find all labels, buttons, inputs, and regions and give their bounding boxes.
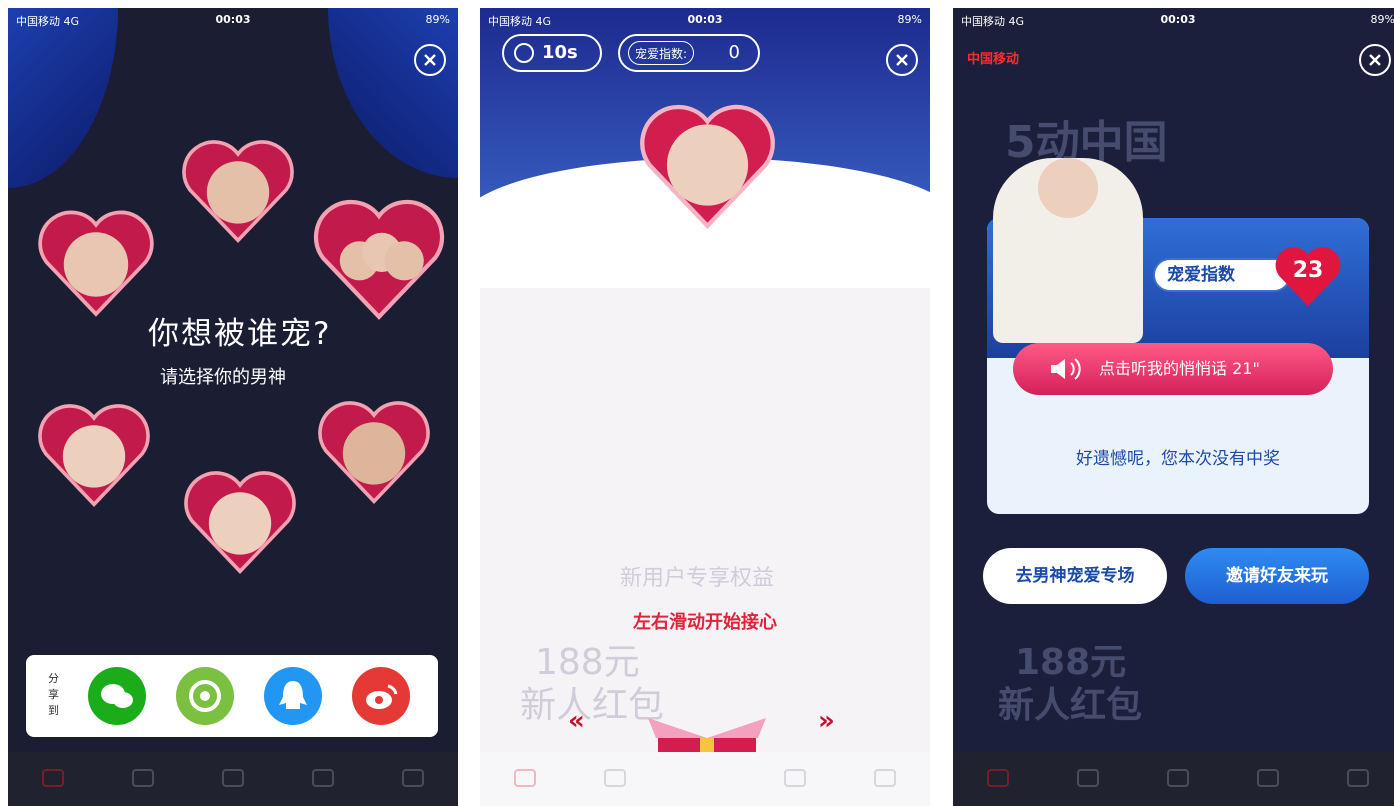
cart-icon bbox=[1257, 769, 1279, 787]
battery-level: 89% bbox=[897, 13, 922, 26]
idol-heart-5[interactable] bbox=[180, 458, 300, 584]
tab-me[interactable] bbox=[393, 759, 433, 799]
tab-me[interactable] bbox=[1338, 759, 1378, 799]
weibo-icon bbox=[366, 684, 398, 709]
heart-icon bbox=[38, 404, 150, 508]
close-button[interactable] bbox=[886, 44, 918, 76]
tab-category[interactable] bbox=[123, 759, 163, 799]
home-icon bbox=[42, 769, 64, 787]
battery-level: 89% bbox=[1370, 13, 1394, 26]
tab-home[interactable] bbox=[978, 759, 1018, 799]
idol-heart-1[interactable] bbox=[34, 198, 158, 326]
tab-cart[interactable] bbox=[775, 759, 815, 799]
tab-discover[interactable] bbox=[213, 759, 253, 799]
faded-label: 新人红包 bbox=[998, 685, 1143, 726]
discover-icon bbox=[1167, 769, 1189, 787]
tab-category[interactable] bbox=[1068, 759, 1108, 799]
wechat-icon bbox=[101, 684, 133, 708]
invite-friends-button[interactable]: 邀请好友来玩 bbox=[1185, 548, 1369, 604]
idol-heart-4[interactable] bbox=[34, 390, 154, 518]
category-icon bbox=[1077, 769, 1099, 787]
page-subtitle: 请选择你的男神 bbox=[160, 367, 286, 388]
close-icon bbox=[896, 54, 908, 66]
tab-discover[interactable] bbox=[1158, 759, 1198, 799]
idol-heart-6[interactable] bbox=[314, 388, 434, 514]
share-qq-button[interactable] bbox=[264, 667, 322, 725]
pet-score-value: 23 bbox=[1292, 258, 1324, 283]
discover-icon bbox=[222, 769, 244, 787]
tab-home[interactable] bbox=[505, 759, 545, 799]
close-button[interactable] bbox=[414, 44, 446, 76]
result-message: 好遗憾呢，您本次没有中奖 bbox=[1076, 449, 1280, 469]
heart-icon bbox=[318, 401, 430, 505]
screen-result: 中国移动 4G 00:03 89% 中国移动 5动中国 188元 新人红包 宠爱… bbox=[953, 8, 1394, 806]
status-bar: 中国移动 4G 00:03 89% bbox=[480, 8, 930, 32]
share-panel: 分享到 bbox=[26, 655, 438, 737]
heart-icon bbox=[640, 104, 775, 230]
left-arrows: « bbox=[568, 706, 585, 736]
heart-icon bbox=[313, 199, 445, 320]
idol-heart bbox=[635, 90, 780, 240]
share-moments-button[interactable] bbox=[176, 667, 234, 725]
score-label: 宠爱指数: bbox=[628, 41, 695, 65]
go-idol-zone-button[interactable]: 去男神宠爱专场 bbox=[983, 548, 1167, 604]
tab-home[interactable] bbox=[33, 759, 73, 799]
status-time: 00:03 bbox=[1160, 13, 1196, 26]
listen-whisper-button[interactable]: 点击听我的悄悄话 21" bbox=[1013, 343, 1333, 395]
listen-button-label: 点击听我的悄悄话 21" bbox=[1099, 359, 1260, 378]
home-icon bbox=[514, 769, 536, 787]
status-time: 00:03 bbox=[215, 13, 251, 26]
idol-heart-3[interactable] bbox=[304, 188, 454, 328]
user-icon bbox=[874, 769, 896, 787]
tab-bar bbox=[480, 752, 930, 806]
close-icon bbox=[424, 54, 436, 66]
score-value: 0 bbox=[728, 42, 740, 63]
swipe-hint: 左右滑动开始接心 bbox=[633, 612, 777, 633]
cart-icon bbox=[312, 769, 334, 787]
tab-category[interactable] bbox=[595, 759, 635, 799]
share-wechat-button[interactable] bbox=[88, 667, 146, 725]
tab-bar bbox=[953, 752, 1394, 806]
score-pill: 宠爱指数: 0 bbox=[618, 34, 760, 72]
idol-face bbox=[1038, 158, 1098, 218]
cart-icon bbox=[784, 769, 806, 787]
heart-icon bbox=[38, 210, 154, 317]
tab-cart[interactable] bbox=[1248, 759, 1288, 799]
moments-icon bbox=[189, 680, 221, 712]
faded-label: 新人红包 bbox=[520, 685, 665, 726]
page-title: 你想被谁宠? bbox=[148, 316, 332, 352]
close-button[interactable] bbox=[1359, 44, 1391, 76]
user-icon bbox=[402, 769, 424, 787]
user-icon bbox=[1347, 769, 1369, 787]
tab-bar bbox=[8, 752, 458, 806]
category-icon bbox=[132, 769, 154, 787]
status-bar: 中国移动 4G 00:03 89% bbox=[953, 8, 1394, 32]
countdown-timer: 10s bbox=[502, 34, 602, 72]
tab-me[interactable] bbox=[865, 759, 905, 799]
heart-icon bbox=[182, 140, 294, 244]
status-bar: 中国移动 4G 00:03 89% bbox=[8, 8, 458, 32]
clock-icon bbox=[514, 43, 534, 63]
idol-heart-2[interactable] bbox=[178, 128, 298, 252]
battery-level: 89% bbox=[425, 13, 450, 26]
curtain-left bbox=[8, 8, 118, 188]
status-time: 00:03 bbox=[687, 13, 723, 26]
brand-logo: 中国移动 bbox=[967, 52, 1020, 67]
share-weibo-button[interactable] bbox=[352, 667, 410, 725]
heart-icon bbox=[184, 471, 296, 575]
curtain-right bbox=[328, 8, 458, 178]
close-icon bbox=[1369, 54, 1381, 66]
screen-select-idol: 中国移动 4G 00:03 89% 你想被谁宠? 请选择你的男神 分享到 bbox=[8, 8, 458, 806]
right-arrows: » bbox=[818, 706, 835, 736]
share-label: 分享到 bbox=[48, 672, 59, 717]
category-icon bbox=[604, 769, 626, 787]
home-icon bbox=[987, 769, 1009, 787]
screen-catch-hearts: 中国移动 4G 00:03 89% 10s 宠爱指数: 0 新用户专享权益 18… bbox=[480, 8, 930, 806]
faded-section-title: 新用户专享权益 bbox=[620, 566, 775, 591]
qq-icon bbox=[279, 681, 307, 709]
speaker-icon bbox=[1051, 358, 1081, 380]
tab-cart[interactable] bbox=[303, 759, 343, 799]
timer-value: 10s bbox=[542, 42, 578, 63]
